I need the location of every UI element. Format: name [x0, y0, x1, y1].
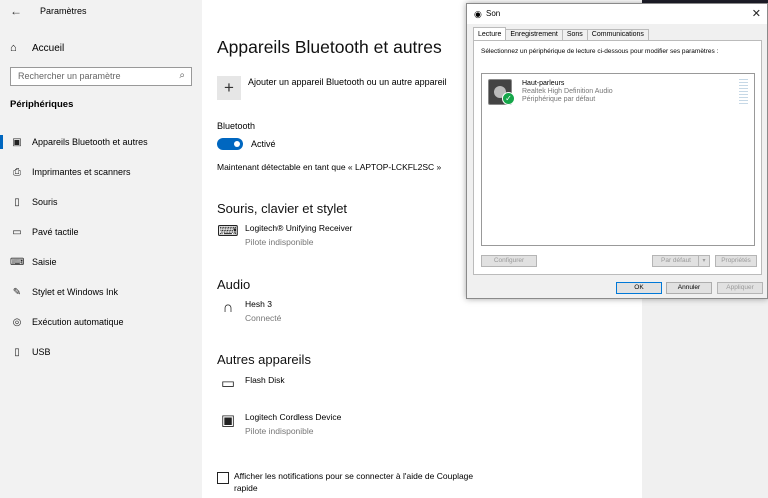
cancel-button[interactable]: Annuler: [666, 282, 712, 294]
sidebar-item-bluetooth[interactable]: ▣ Appareils Bluetooth et autres: [0, 132, 202, 152]
tab-communications[interactable]: Communications: [586, 29, 649, 40]
sidebar-item-label: Souris: [32, 197, 58, 207]
swift-pair-label: Afficher les notifications pour se conne…: [234, 471, 474, 493]
volume-meter: [739, 79, 748, 105]
device-status: Pilote indisponible: [245, 426, 314, 436]
settings-sidebar: ← Paramètres ⌂ Accueil Rechercher un par…: [0, 0, 202, 498]
device-name: Logitech Cordless Device: [245, 412, 342, 422]
bluetooth-label: Bluetooth: [217, 121, 256, 131]
search-placeholder: Rechercher un paramètre: [18, 71, 121, 81]
back-arrow-icon[interactable]: ←: [10, 4, 22, 18]
sidebar-item-touchpad[interactable]: ▭ Pavé tactile: [0, 222, 202, 242]
tab-lecture[interactable]: Lecture: [473, 27, 507, 40]
sidebar-item-pen[interactable]: ✎ Stylet et Windows Ink: [0, 282, 202, 302]
playback-device-list: ✓ Haut-parleurs Realtek High Definition …: [481, 73, 755, 246]
device-status: Connecté: [245, 313, 282, 323]
device-item[interactable]: ⌨ Logitech® Unifying Receiver Pilote ind…: [217, 223, 352, 247]
device-item[interactable]: ∩ Hesh 3 Connecté: [217, 299, 282, 323]
bluetooth-state: Activé: [251, 139, 276, 149]
tab-sons[interactable]: Sons: [561, 29, 588, 40]
sidebar-item-label: Stylet et Windows Ink: [32, 287, 119, 297]
playback-panel: Sélectionnez un périphérique de lecture …: [473, 40, 762, 275]
pen-icon: ✎: [12, 286, 22, 298]
swift-pair-option[interactable]: Afficher les notifications pour se conne…: [217, 470, 494, 494]
touchpad-icon: ▭: [12, 226, 22, 238]
section-heading: Souris, clavier et stylet: [217, 201, 348, 216]
discoverable-text: Maintenant détectable en tant que « LAPT…: [217, 162, 442, 172]
sidebar-item-label: Exécution automatique: [32, 317, 124, 327]
tab-enregistrement[interactable]: Enregistrement: [505, 29, 563, 40]
headset-icon: ∩: [222, 299, 234, 316]
settings-titlebar: ← Paramètres: [0, 0, 202, 24]
chevron-down-icon[interactable]: ▾: [698, 256, 709, 266]
set-default-label: Par défaut: [661, 257, 691, 264]
ok-button[interactable]: OK: [616, 282, 662, 294]
bluetooth-devices-icon: ▣: [12, 136, 22, 148]
sidebar-item-label: Imprimantes et scanners: [32, 167, 131, 177]
home-link[interactable]: ⌂ Accueil: [10, 40, 64, 56]
add-device-label[interactable]: Ajouter un appareil Bluetooth ou un autr…: [248, 77, 447, 87]
device-status: Pilote indisponible: [245, 237, 314, 247]
sidebar-item-label: Appareils Bluetooth et autres: [32, 137, 148, 147]
autoplay-icon: ◎: [12, 316, 22, 328]
keyboard-icon: ⌨: [217, 223, 239, 240]
device-driver: Realtek High Definition Audio: [522, 88, 613, 95]
device-icon: ▣: [220, 412, 236, 429]
sidebar-item-label: USB: [32, 347, 51, 357]
sidebar-item-label: Saisie: [32, 257, 57, 267]
set-default-button[interactable]: Par défaut ▾: [652, 255, 710, 267]
section-heading: Autres appareils: [217, 352, 311, 367]
flash-drive-icon: ▭: [220, 375, 236, 392]
configure-button[interactable]: Configurer: [481, 255, 537, 267]
properties-button[interactable]: Propriétés: [715, 255, 757, 267]
search-input[interactable]: Rechercher un paramètre ⌕: [10, 67, 192, 86]
device-name: Haut-parleurs: [522, 80, 565, 87]
sidebar-item-usb[interactable]: ▯ USB: [0, 342, 202, 362]
device-name: Hesh 3: [245, 299, 272, 309]
sidebar-item-label: Pavé tactile: [32, 227, 79, 237]
sidebar-item-typing[interactable]: ⌨ Saisie: [0, 252, 202, 272]
section-heading: Audio: [217, 277, 251, 292]
device-item[interactable]: ▣ Logitech Cordless Device Pilote indisp…: [217, 412, 341, 436]
swift-pair-checkbox[interactable]: [217, 472, 229, 484]
instruction-text: Sélectionnez un périphérique de lecture …: [481, 48, 719, 55]
section-title: Périphériques: [10, 99, 74, 110]
search-icon: ⌕: [179, 70, 185, 81]
keyboard-icon: ⌨: [10, 256, 25, 268]
mouse-icon: ▯: [14, 196, 20, 208]
dialog-title: Son: [486, 9, 501, 18]
home-label: Accueil: [32, 42, 65, 54]
device-name: Logitech® Unifying Receiver: [245, 223, 353, 233]
sidebar-item-mouse[interactable]: ▯ Souris: [0, 192, 202, 212]
device-status: Périphérique par défaut: [522, 96, 596, 103]
default-check-icon: ✓: [502, 92, 515, 105]
sidebar-item-autoplay[interactable]: ◎ Exécution automatique: [0, 312, 202, 332]
sound-dialog: ◉ Son ✕ Lecture Enregistrement Sons Comm…: [466, 3, 768, 299]
bluetooth-toggle[interactable]: [217, 138, 243, 150]
dialog-titlebar: ◉ Son ✕: [467, 4, 767, 24]
device-name: Flash Disk: [245, 375, 285, 385]
home-icon: ⌂: [10, 42, 17, 54]
page-title: Appareils Bluetooth et autres: [217, 37, 442, 57]
close-icon[interactable]: ✕: [752, 7, 761, 20]
sidebar-item-printers[interactable]: ⎙ Imprimantes et scanners: [0, 162, 202, 182]
list-item[interactable]: ✓ Haut-parleurs Realtek High Definition …: [482, 74, 754, 110]
apply-button[interactable]: Appliquer: [717, 282, 763, 294]
usb-icon: ▯: [14, 346, 20, 358]
speaker-icon: ◉: [474, 9, 482, 19]
device-item[interactable]: ▭ Flash Disk: [217, 375, 285, 395]
add-device-button[interactable]: +: [217, 76, 241, 100]
printer-icon: ⎙: [13, 166, 21, 178]
app-title: Paramètres: [40, 6, 87, 16]
